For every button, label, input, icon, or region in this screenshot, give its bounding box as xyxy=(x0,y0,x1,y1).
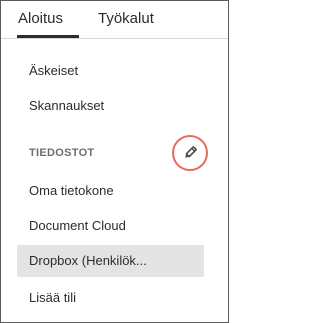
pencil-icon xyxy=(182,145,198,161)
files-item-dropbox[interactable]: Dropbox (Henkilök... xyxy=(17,245,204,277)
nav-item-recent[interactable]: Äskeiset xyxy=(29,63,78,79)
edit-files-button[interactable] xyxy=(172,135,208,171)
files-section-title: TIEDOSTOT xyxy=(29,147,95,159)
tab-bar: Aloitus Työkalut xyxy=(1,1,228,39)
nav-item-scans[interactable]: Skannaukset xyxy=(29,98,104,114)
files-item-my-computer[interactable]: Oma tietokone xyxy=(29,183,114,199)
tab-divider xyxy=(1,38,228,39)
tab-home[interactable]: Aloitus xyxy=(18,9,63,37)
tab-tools[interactable]: Työkalut xyxy=(98,9,154,37)
files-item-document-cloud[interactable]: Document Cloud xyxy=(29,218,126,234)
files-item-dropbox-label: Dropbox (Henkilök... xyxy=(29,253,147,268)
home-panel: Aloitus Työkalut Äskeiset Skannaukset TI… xyxy=(0,0,229,323)
add-account-link[interactable]: Lisää tili xyxy=(29,290,76,306)
